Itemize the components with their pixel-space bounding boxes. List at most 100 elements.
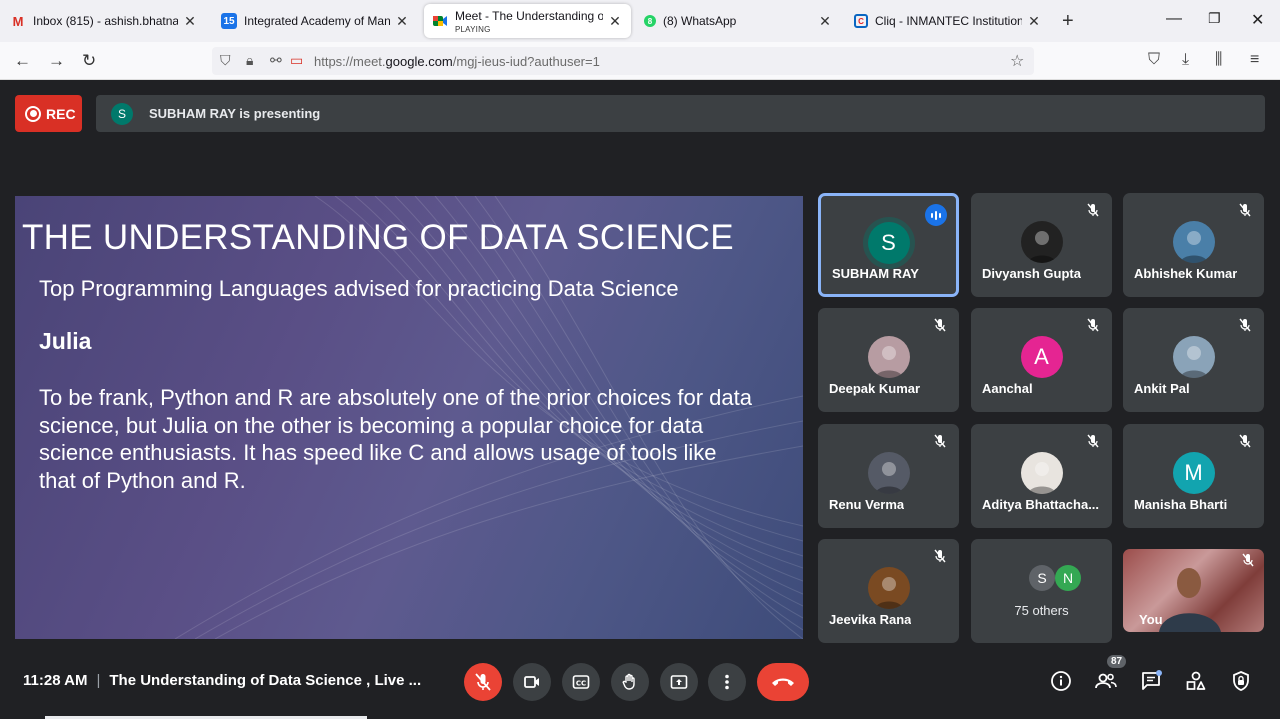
- clock: 11:28 AM: [23, 672, 88, 689]
- gmail-icon: M: [12, 13, 24, 29]
- mic-toggle-button[interactable]: [464, 663, 502, 701]
- lock-icon[interactable]: 🔒︎: [246, 52, 253, 69]
- present-screen-button[interactable]: [660, 663, 698, 701]
- participant-name: Manisha Bharti: [1134, 497, 1228, 512]
- close-tab-icon[interactable]: ✕: [607, 13, 623, 30]
- mic-off-icon: [933, 318, 947, 332]
- close-tab-icon[interactable]: ✕: [394, 13, 410, 30]
- present-icon: [670, 675, 688, 689]
- tab-whatsapp[interactable]: 8 (8) WhatsApp ✕: [636, 4, 841, 38]
- meeting-details-button[interactable]: [1049, 669, 1073, 693]
- new-tab-icon[interactable]: +: [1062, 10, 1074, 33]
- meet-icon: [432, 13, 448, 29]
- participant-name: Ankit Pal: [1134, 381, 1190, 396]
- forward-icon[interactable]: →: [48, 51, 65, 71]
- camera-in-use-icon[interactable]: ▭: [290, 52, 303, 69]
- pocket-icon[interactable]: ⛉: [1148, 51, 1160, 69]
- slide-body: To be frank, Python and R are absolutely…: [39, 385, 752, 493]
- activities-button[interactable]: [1184, 669, 1208, 693]
- close-tab-icon[interactable]: ✕: [1026, 13, 1042, 30]
- mic-off-icon: [1086, 434, 1100, 448]
- meeting-info: 11:28 AM | The Understanding of Data Scien…: [23, 672, 422, 689]
- participant-tile[interactable]: Divyansh Gupta: [971, 193, 1112, 297]
- minimize-icon[interactable]: —: [1166, 10, 1182, 28]
- participant-avatar: [1172, 221, 1215, 263]
- tab-meet[interactable]: Meet - The Understanding of Data Science…: [424, 4, 631, 38]
- participant-tile[interactable]: Renu Verma: [818, 424, 959, 528]
- camera-toggle-button[interactable]: [513, 663, 551, 701]
- record-icon: [25, 105, 41, 122]
- back-icon[interactable]: ←: [14, 51, 31, 71]
- svg-text:CC: CC: [576, 680, 586, 688]
- speaking-indicator-icon: [925, 204, 947, 226]
- participant-tile[interactable]: Abhishek Kumar: [1123, 193, 1264, 297]
- captions-button[interactable]: CC: [562, 663, 600, 701]
- leave-call-button[interactable]: [757, 663, 809, 701]
- more-options-button[interactable]: [708, 663, 746, 701]
- participant-name: Renu Verma: [829, 497, 905, 512]
- host-controls-button[interactable]: [1229, 669, 1253, 693]
- participant-tile[interactable]: M Manisha Bharti: [1123, 424, 1264, 528]
- mic-off-icon: [1241, 553, 1255, 567]
- info-icon: [1051, 671, 1071, 691]
- participant-tile[interactable]: Jeevika Rana: [818, 539, 959, 643]
- restore-icon[interactable]: ❐: [1208, 10, 1221, 27]
- activities-icon: [1186, 671, 1206, 690]
- people-count-badge: 87: [1107, 655, 1127, 668]
- url-text[interactable]: https://meet.google.com/mgj-ieus-iud?aut…: [314, 54, 600, 69]
- participant-tile[interactable]: Ankit Pal: [1123, 308, 1264, 412]
- menu-icon[interactable]: ≡: [1250, 51, 1259, 69]
- library-icon[interactable]: ⫼: [1215, 51, 1222, 69]
- participant-name: SUBHAM RAY: [832, 266, 919, 281]
- address-bar[interactable]: ⛉ 🔒︎ ⚯ ▭ https://meet.google.com/mgj-ieu…: [212, 47, 1034, 75]
- mic-off-icon: [1238, 434, 1252, 448]
- recording-indicator[interactable]: REC: [15, 95, 82, 132]
- captions-icon: CC: [572, 675, 590, 689]
- mic-off-icon: [1238, 318, 1252, 332]
- mic-off-icon: [475, 673, 491, 691]
- people-icon: [1095, 673, 1117, 689]
- participant-name: Jeevika Rana: [829, 612, 912, 627]
- downloads-icon[interactable]: ⤓: [1182, 51, 1189, 69]
- mic-off-icon: [1086, 318, 1100, 332]
- participant-tile[interactable]: A Aanchal: [971, 308, 1112, 412]
- reload-icon[interactable]: ↻: [82, 51, 96, 71]
- participant-avatar: [1020, 221, 1063, 263]
- shield-lock-icon: [1233, 671, 1249, 691]
- others-avatar: N: [1055, 565, 1081, 591]
- calendar-icon: 15: [221, 13, 237, 29]
- slide-title: THE UNDERSTANDING OF DATA SCIENCE: [22, 218, 734, 257]
- slide-heading: Julia: [39, 328, 92, 354]
- close-tab-icon[interactable]: ✕: [817, 13, 833, 30]
- participant-name: Divyansh Gupta: [982, 266, 1081, 281]
- meet-control-bar: 11:28 AM | The Understanding of Data Scien…: [0, 655, 1280, 719]
- participant-avatar: M: [1172, 452, 1215, 494]
- participant-avatar: S: [867, 222, 910, 264]
- self-video-tile[interactable]: You: [1123, 549, 1264, 632]
- participant-tile[interactable]: Deepak Kumar: [818, 308, 959, 412]
- permissions-icon[interactable]: ⚯: [270, 52, 282, 69]
- chat-button[interactable]: [1139, 669, 1163, 693]
- people-button[interactable]: [1094, 669, 1118, 693]
- window-close-icon[interactable]: ✕: [1251, 10, 1264, 30]
- camera-icon: [524, 676, 539, 688]
- shield-icon[interactable]: ⛉: [220, 52, 231, 69]
- others-count: 75 others: [1014, 603, 1069, 618]
- tab-cliq[interactable]: C Cliq - INMANTEC Institutions ✕: [846, 4, 1050, 38]
- participant-tile[interactable]: Aditya Bhattacha...: [971, 424, 1112, 528]
- bookmark-star-icon[interactable]: ☆: [1010, 51, 1024, 71]
- participant-avatar: A: [1020, 336, 1063, 378]
- others-tile[interactable]: S N 75 others: [971, 539, 1112, 643]
- raise-hand-button[interactable]: [611, 663, 649, 701]
- participant-avatar: [1172, 336, 1215, 378]
- participant-avatar: [867, 567, 910, 609]
- others-avatar: S: [1029, 565, 1055, 591]
- participant-tile[interactable]: S SUBHAM RAY: [818, 193, 959, 297]
- participant-name: Abhishek Kumar: [1134, 266, 1238, 281]
- close-tab-icon[interactable]: ✕: [182, 13, 198, 30]
- cliq-icon: C: [854, 14, 868, 28]
- tab-calendar[interactable]: 15 Integrated Academy of Management ✕: [213, 4, 418, 38]
- mic-off-icon: [1238, 203, 1252, 217]
- tab-gmail[interactable]: M Inbox (815) - ashish.bhatnagar@ ✕: [2, 4, 206, 38]
- participant-name: Aditya Bhattacha...: [982, 497, 1100, 512]
